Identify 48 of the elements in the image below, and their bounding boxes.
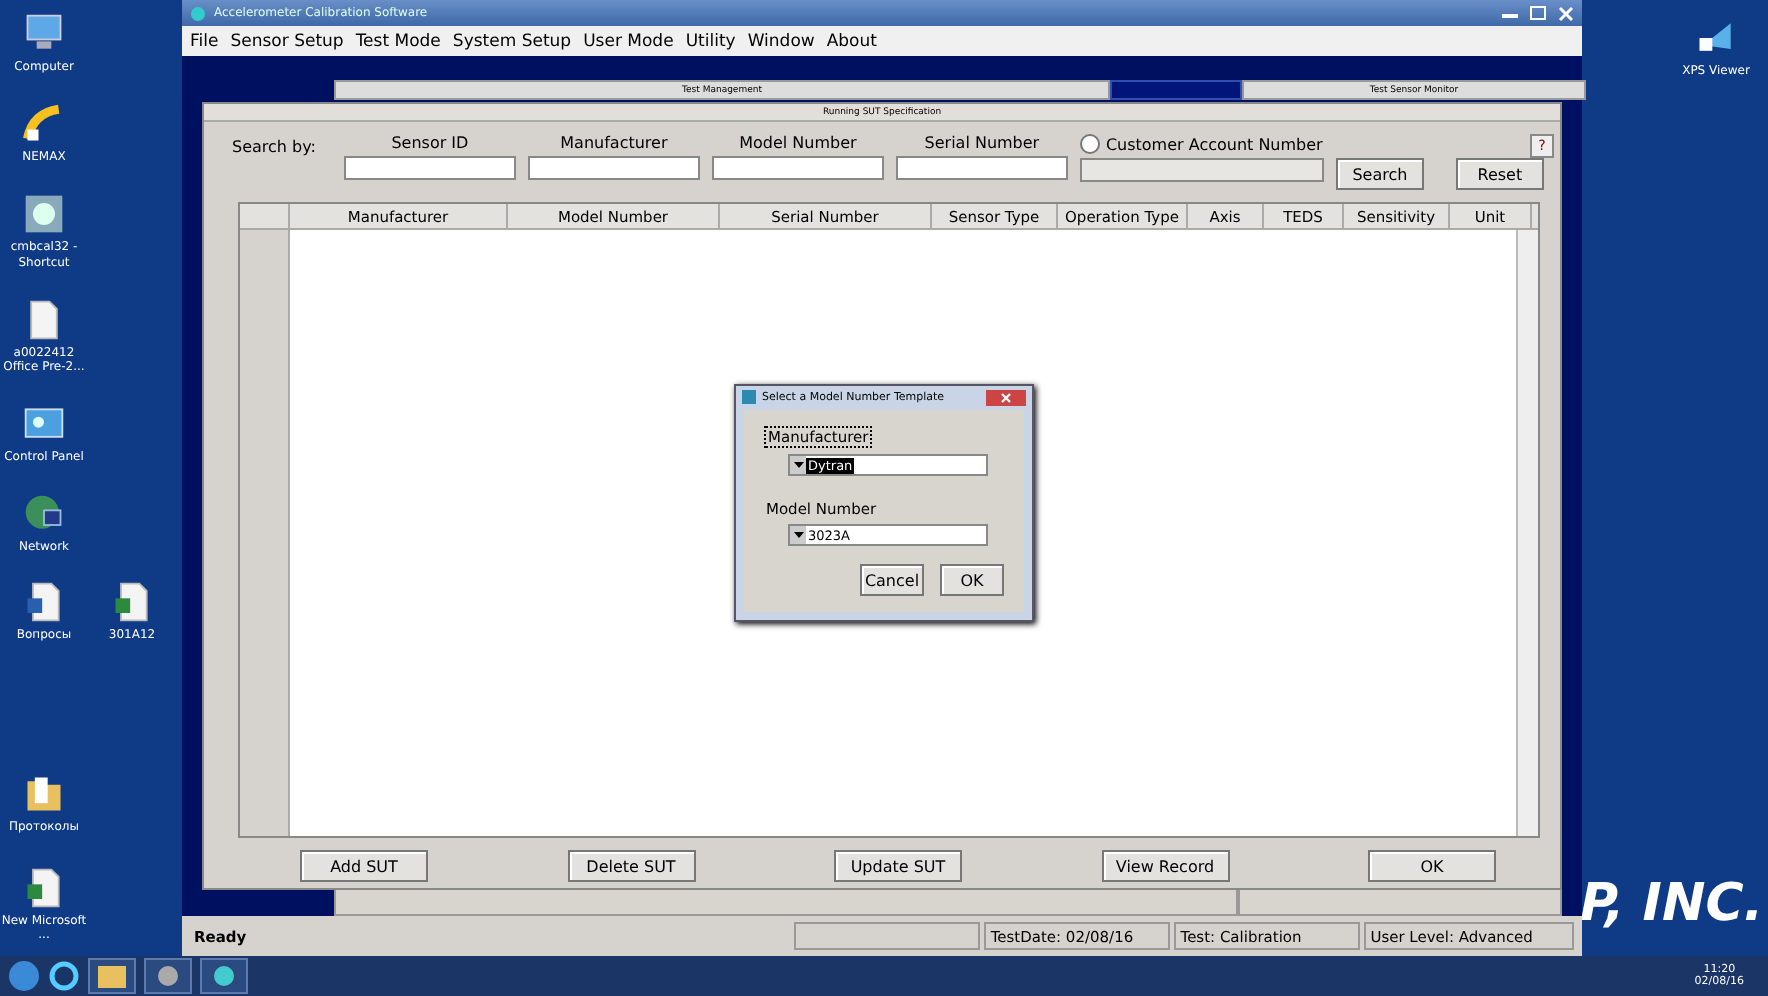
field-label: Serial Number bbox=[924, 134, 1040, 152]
input-field[interactable] bbox=[527, 156, 700, 180]
action-button[interactable]: View Record bbox=[1101, 850, 1229, 882]
menu-item[interactable]: About bbox=[826, 31, 877, 51]
close-icon[interactable] bbox=[1558, 5, 1574, 21]
close-icon[interactable] bbox=[1000, 391, 1012, 403]
dialog-button[interactable]: Cancel bbox=[860, 564, 924, 596]
menu-item[interactable]: Sensor Setup bbox=[230, 31, 344, 51]
dialog-button[interactable]: OK bbox=[940, 564, 1004, 596]
field-label: Model Number bbox=[739, 134, 857, 152]
radio-button[interactable] bbox=[1079, 134, 1100, 154]
app-icon bbox=[742, 390, 756, 404]
field-label: Manufacturer bbox=[560, 134, 668, 152]
menu-item[interactable]: System Setup bbox=[452, 31, 572, 51]
reset-button[interactable]: Reset bbox=[1455, 158, 1544, 190]
folder-icon[interactable] bbox=[22, 772, 66, 816]
search-button[interactable]: Search bbox=[1335, 158, 1424, 190]
field-label: Sensor ID bbox=[391, 134, 469, 152]
maximize-icon[interactable] bbox=[1530, 5, 1546, 19]
folder-icon[interactable] bbox=[88, 958, 136, 994]
spreadsheet-icon[interactable] bbox=[22, 866, 66, 911]
input-field[interactable] bbox=[895, 156, 1068, 180]
action-button[interactable]: Update SUT bbox=[834, 850, 962, 882]
app-icon bbox=[190, 5, 206, 21]
menu-item[interactable]: Utility bbox=[685, 31, 736, 51]
spreadsheet-icon[interactable] bbox=[110, 580, 154, 624]
radio-label: Customer Account Number bbox=[1105, 135, 1323, 153]
menu-item[interactable]: User Mode bbox=[583, 31, 674, 51]
application-icon[interactable] bbox=[22, 192, 66, 237]
wallpaper-logo-text: P, INC. bbox=[1580, 874, 1764, 934]
input-field[interactable] bbox=[1079, 158, 1324, 182]
menu-item[interactable]: File bbox=[190, 31, 219, 51]
menu-item[interactable]: Test Mode bbox=[355, 31, 441, 51]
application-icon[interactable] bbox=[200, 958, 248, 994]
word-document-icon[interactable] bbox=[22, 580, 66, 624]
start-icon[interactable] bbox=[8, 960, 40, 992]
close-button[interactable] bbox=[986, 389, 1026, 405]
action-button[interactable]: Add SUT bbox=[300, 850, 428, 882]
scrollbar[interactable] bbox=[1516, 230, 1538, 836]
caret-icon[interactable] bbox=[793, 532, 803, 538]
action-button[interactable]: Delete SUT bbox=[567, 850, 695, 882]
input-field[interactable] bbox=[711, 156, 884, 180]
menu-item[interactable]: Window bbox=[747, 31, 815, 51]
browser-icon[interactable] bbox=[48, 960, 80, 992]
search-label: Search by: bbox=[232, 138, 316, 156]
action-button[interactable]: OK bbox=[1368, 850, 1496, 882]
caret-icon[interactable] bbox=[793, 462, 803, 468]
input-field[interactable] bbox=[343, 156, 516, 180]
